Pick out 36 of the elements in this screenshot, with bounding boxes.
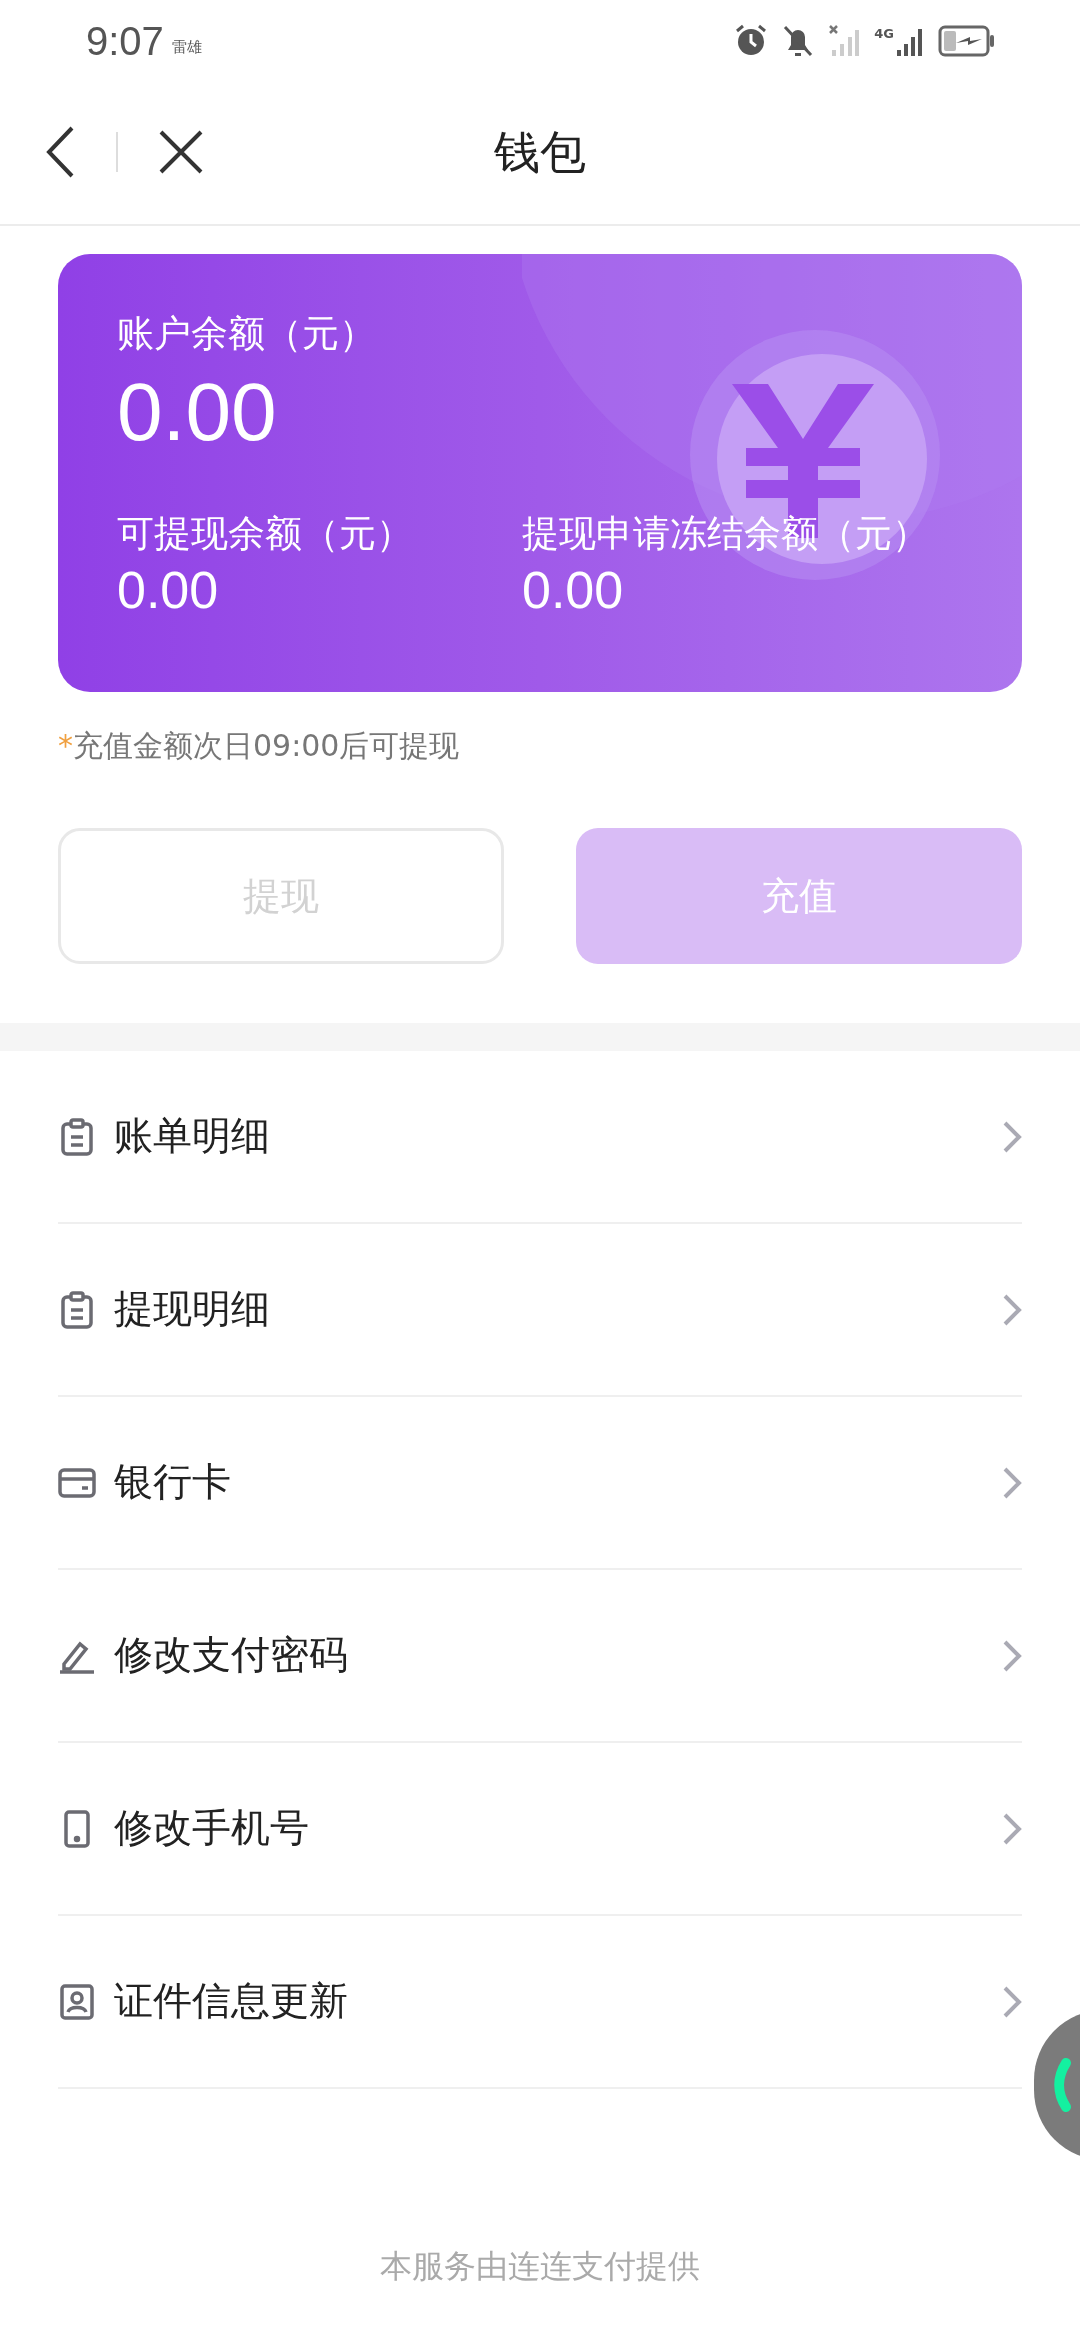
stat-label: 可提现余额（元） bbox=[117, 511, 414, 557]
battery-charging-icon bbox=[938, 25, 996, 57]
clipboard-icon bbox=[60, 1290, 94, 1329]
footer-text: 本服务由连连支付提供 bbox=[380, 2246, 700, 2287]
phone-icon bbox=[63, 1809, 91, 1848]
status-time: 9:07 bbox=[86, 21, 164, 61]
page-title: 钱包 bbox=[494, 123, 586, 181]
chevron-right-icon bbox=[1002, 1811, 1022, 1846]
stat-amount: 0.00 bbox=[117, 560, 220, 621]
chevron-right-icon bbox=[1002, 1984, 1022, 2019]
menu-item[interactable]: 提现明细 bbox=[58, 1224, 1022, 1397]
stat-label: 提现申请冻结余额（元） bbox=[522, 511, 927, 557]
stat-amount: 0.00 bbox=[522, 560, 625, 621]
network-label: 4G bbox=[874, 27, 894, 40]
balance-label: 账户余额（元） bbox=[117, 311, 377, 357]
menu-item[interactable]: 账单明细 bbox=[58, 1051, 1022, 1224]
alarm-icon bbox=[734, 24, 769, 58]
note-text: *充值金额次日09:00后可提现 bbox=[58, 727, 460, 765]
chevron-right-icon bbox=[1002, 1119, 1022, 1154]
balance-amount: 0.00 bbox=[117, 365, 278, 459]
close-icon[interactable] bbox=[158, 129, 204, 175]
clipboard-icon bbox=[60, 1117, 94, 1156]
chevron-right-icon bbox=[1002, 1292, 1022, 1327]
menu-item[interactable]: 银行卡 bbox=[58, 1397, 1022, 1570]
menu-item[interactable]: 修改手机号 bbox=[58, 1743, 1022, 1916]
id-card-icon bbox=[60, 1983, 94, 2020]
menu-item[interactable]: 修改支付密码 bbox=[58, 1570, 1022, 1743]
carrier-label: 雷雄 bbox=[171, 40, 202, 55]
menu-item[interactable]: 证件信息更新 bbox=[58, 1916, 1022, 2089]
mute-bell-icon bbox=[782, 24, 815, 58]
back-icon[interactable] bbox=[44, 124, 76, 180]
arc-icon bbox=[1052, 2057, 1072, 2113]
wallet-icon bbox=[58, 1466, 96, 1499]
signal-icon bbox=[828, 24, 861, 58]
chevron-right-icon bbox=[1002, 1638, 1022, 1673]
chevron-right-icon bbox=[1002, 1465, 1022, 1500]
